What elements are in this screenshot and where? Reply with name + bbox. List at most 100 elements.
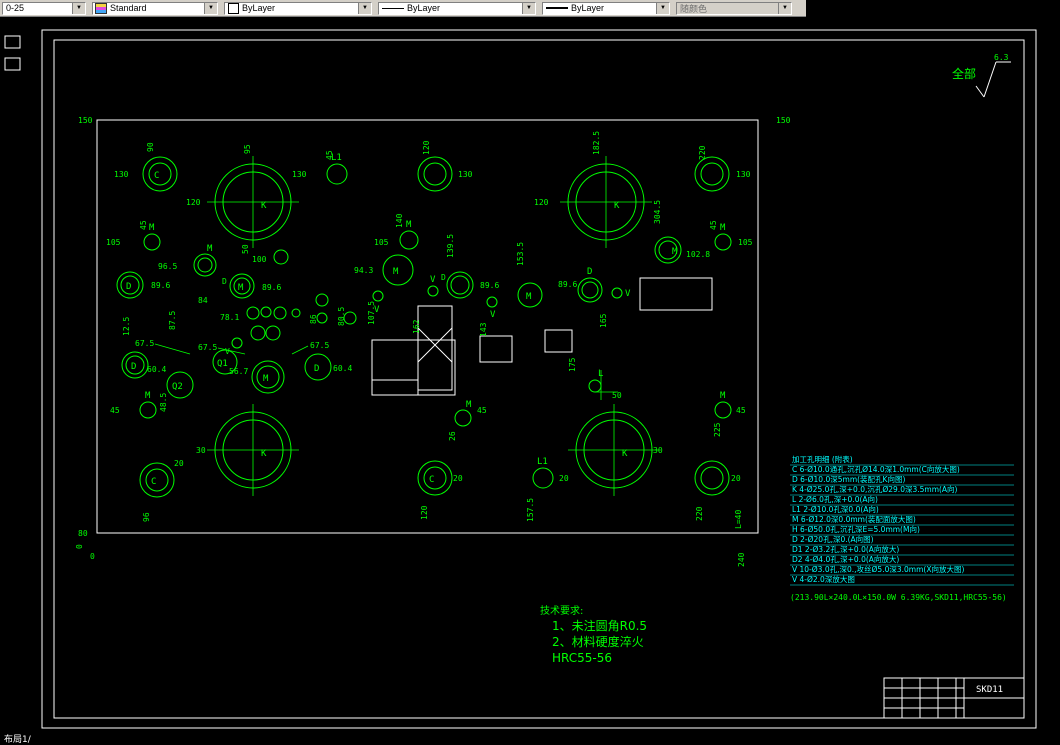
hole-label: Q2	[172, 382, 183, 392]
dimension-text: 90	[146, 142, 155, 152]
hole-circle	[694, 156, 730, 192]
dimension-text: 130	[114, 170, 129, 179]
hole-circle	[446, 271, 474, 299]
dimension-text: L=40	[734, 510, 743, 529]
combo-label: ByLayer	[242, 3, 276, 13]
dimension-text: 95	[243, 144, 252, 154]
dimension-text: 120	[534, 198, 549, 207]
dimension-text: 96.5	[158, 262, 177, 271]
dimension-text: 87.5	[168, 311, 177, 330]
dimension-text: 143	[479, 322, 488, 337]
dimension-text: 60.4	[333, 364, 352, 373]
dimension-text: 20	[559, 474, 569, 483]
dimension-text: 89.6	[262, 283, 281, 292]
layer-dropdown[interactable]: 0-25 ▼	[2, 1, 86, 15]
hole-circle	[273, 306, 287, 320]
tech-notes-line: 1、未注圆角R0.5	[552, 618, 647, 633]
thickline-icon	[546, 7, 568, 9]
dimension-text: 45	[736, 406, 746, 415]
color-dropdown[interactable]: ByLayer ▼	[224, 1, 372, 15]
swatch-icon	[228, 2, 239, 14]
hole-label: M	[526, 292, 532, 302]
dimension-text: 20	[453, 474, 463, 483]
dimension-text: 80	[78, 529, 88, 538]
hole-circle	[291, 308, 301, 318]
linetype-dropdown[interactable]: ByLayer ▼	[378, 1, 536, 15]
style-dropdown[interactable]: Standard ▼	[92, 1, 218, 15]
hole-label: V	[430, 275, 436, 285]
dimension-text: 130	[458, 170, 473, 179]
status-text: 布局1/	[4, 735, 31, 745]
dimension-text: 240	[737, 552, 746, 567]
hole-circle: M	[251, 360, 285, 394]
legend-row: D 2-Ø20孔,深0.(A向图)	[792, 534, 874, 544]
hole-circle	[260, 306, 272, 318]
dimension-text: 20	[174, 459, 184, 468]
chevron-down-icon[interactable]: ▼	[204, 2, 217, 14]
plotstyle-dropdown[interactable]: 随颜色 ▼	[676, 1, 792, 15]
legend-row: H 6-Ø50.0孔,沉孔深E=5.0mm(M向)	[792, 524, 920, 534]
hole-label: D	[126, 282, 131, 292]
dimension-text: 12.5	[122, 317, 131, 336]
dimension-text: 30	[653, 446, 663, 455]
hole-label: V	[625, 289, 631, 299]
dimension-text: 120	[186, 198, 201, 207]
hole-circle: D	[304, 353, 332, 381]
dimension-text: 50	[612, 391, 622, 400]
hole-label: K	[261, 449, 267, 459]
combo-label: ByLayer	[407, 3, 441, 13]
dimension-text: 94.3	[354, 266, 373, 275]
dimension-text: 102.8	[686, 250, 710, 259]
hole-label: M	[207, 244, 213, 254]
dimension-text: 139.5	[446, 234, 455, 258]
hole-circle: D	[121, 351, 149, 379]
chevron-down-icon[interactable]: ▼	[72, 2, 85, 14]
layers-icon	[95, 2, 107, 14]
dimension-text: 153.5	[516, 242, 525, 266]
legend-row: D2 4-Ø4.0孔,深+0.0(A向放大)	[792, 554, 899, 564]
hole-circle: V	[611, 287, 631, 299]
dimension-text: 162	[412, 319, 421, 334]
hole-circle	[250, 325, 266, 341]
chevron-down-icon[interactable]: ▼	[522, 2, 535, 14]
hole-label: V	[490, 310, 496, 320]
hole-label: M	[406, 220, 412, 230]
dimension-text: 150	[78, 116, 93, 125]
hole-circle: M	[654, 236, 682, 264]
dimension-line	[154, 343, 191, 355]
part-number: SKD11	[976, 685, 1003, 695]
dimension-text: 150	[776, 116, 791, 125]
white-outline	[371, 339, 456, 396]
dimension-line	[217, 347, 246, 355]
dimension-text: 107.5	[367, 301, 376, 325]
hole-circle	[315, 293, 329, 307]
legend-row: V 10-Ø3.0孔,深0.,攻丝Ø5.0深3.0mm(X向放大图)	[792, 564, 964, 574]
dimension-text: 26	[448, 431, 457, 441]
lineweight-dropdown[interactable]: ByLayer ▼	[542, 1, 670, 15]
white-outline	[371, 379, 419, 396]
chevron-down-icon[interactable]: ▼	[358, 2, 371, 14]
white-outline	[639, 277, 713, 311]
hole-circle: C	[417, 460, 453, 496]
dimension-text: D	[441, 273, 446, 282]
white-outline	[4, 57, 21, 71]
dimension-text: 45	[139, 220, 148, 230]
legend-row: D1 2-Ø3.2孔,深+0.0(A向放大)	[792, 544, 899, 554]
hole-circle: M	[193, 244, 217, 277]
hole-label: M	[145, 391, 151, 401]
dimension-text: 105	[374, 238, 389, 247]
hole-label: M	[672, 247, 678, 257]
hole-label: M	[238, 283, 244, 293]
hole-label: C	[151, 477, 156, 487]
dimension-text: 105	[738, 238, 753, 247]
legend-row: M 6-Ø12.0深0.0mm(装配面放大图)	[792, 514, 916, 524]
chevron-down-icon[interactable]: ▼	[656, 2, 669, 14]
dimension-text: 220	[695, 506, 704, 521]
chevron-down-icon[interactable]: ▼	[778, 2, 791, 14]
dimension-text: 100	[252, 255, 267, 264]
legend-row: K 4-Ø25.0孔,深+0.0,沉孔Ø29.0深3.5mm(A向)	[792, 484, 958, 494]
dimension-text: 220	[698, 145, 707, 160]
hole-circle	[316, 312, 328, 324]
drawing-canvas[interactable]: CKL1KMMMMMMD MMVVVDVDQ2Q1MDMMLMKC CL1K150 1…	[0, 17, 1060, 733]
dimension-text: 89.6	[151, 281, 170, 290]
